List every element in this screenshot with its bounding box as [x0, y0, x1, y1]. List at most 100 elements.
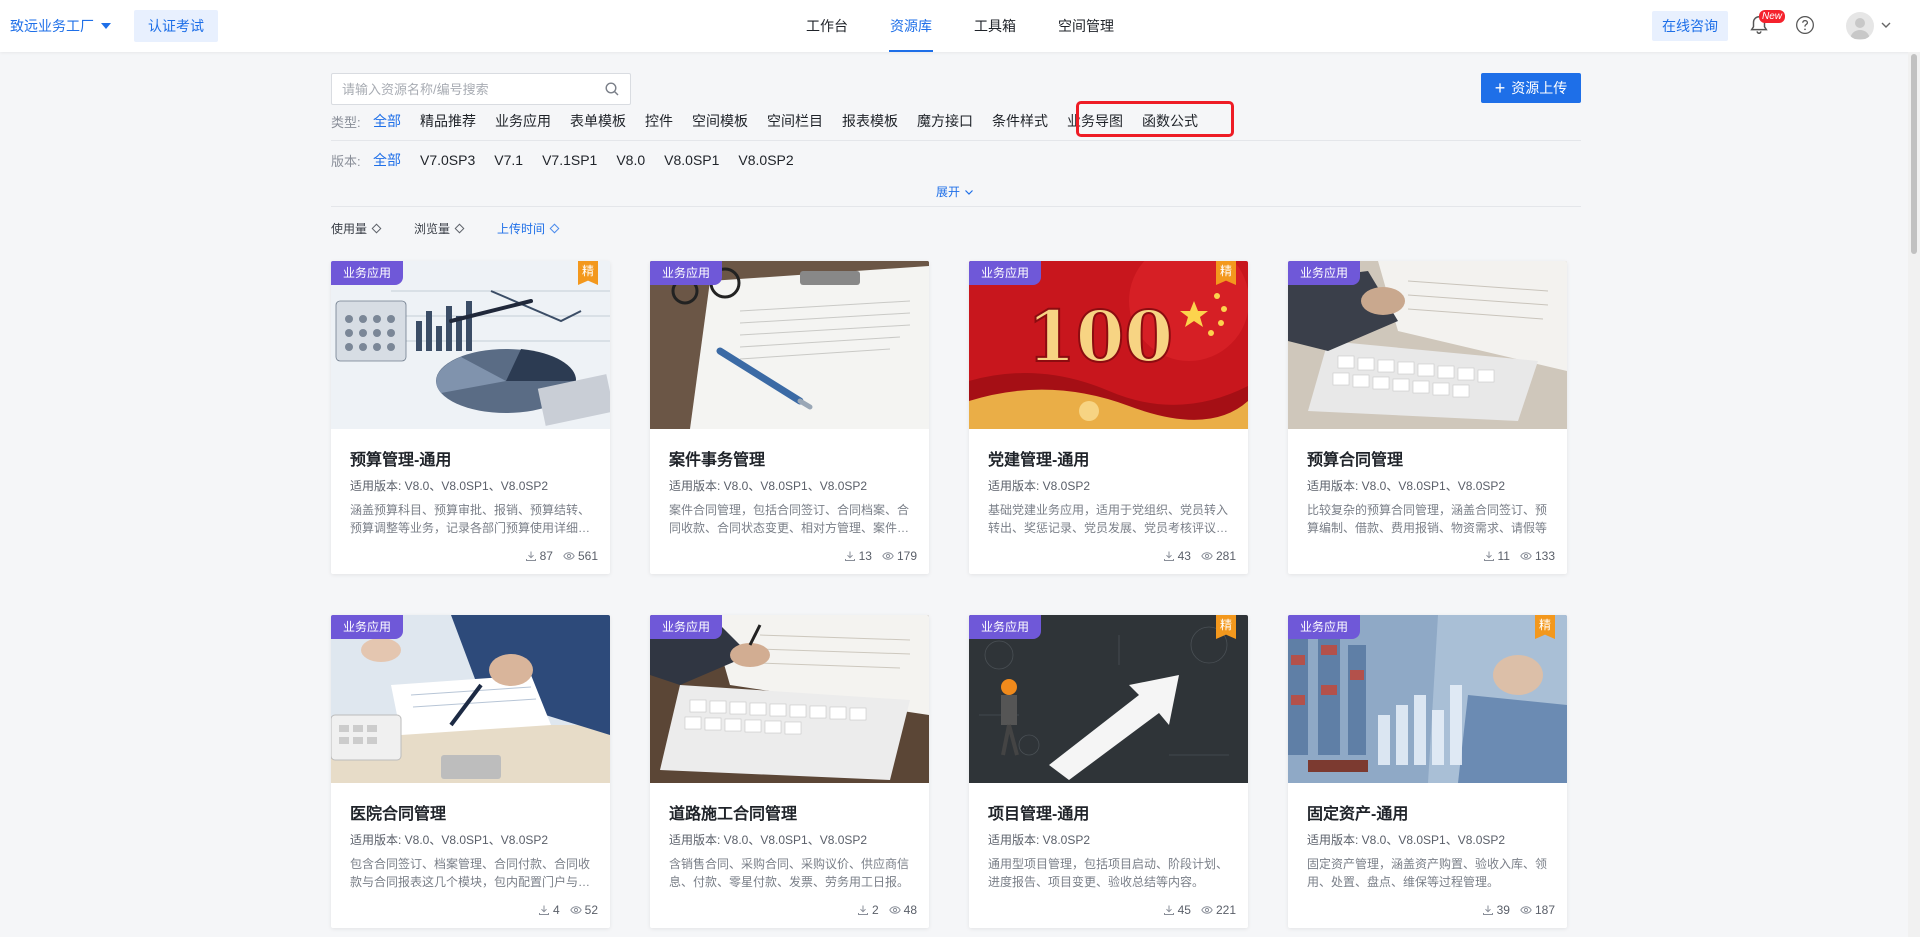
view-count-value: 561	[577, 549, 598, 563]
sort-by-usage[interactable]: 使用量	[331, 220, 382, 237]
card-version: 适用版本: V8.0、V8.0SP1、V8.0SP2	[350, 479, 549, 493]
card-title[interactable]: 医院合同管理	[350, 800, 446, 824]
card-title[interactable]: 预算管理-通用	[350, 446, 451, 470]
eye-icon	[1201, 906, 1213, 914]
nav-resource-library[interactable]: 资源库	[889, 0, 933, 52]
category-tag: 业务应用	[331, 261, 404, 285]
version-option-v70sp3[interactable]: V7.0SP3	[420, 152, 475, 168]
top-nav: 工作台 资源库 工具箱 空间管理	[0, 0, 1920, 52]
resource-card[interactable]: 业务应用 医院合同管理 适用版本: V8.0、V8.0SP1、V8.0SP2 包…	[331, 615, 610, 928]
version-option-v80sp2[interactable]: V8.0SP2	[738, 152, 793, 168]
expand-toggle[interactable]: 展开	[936, 183, 974, 200]
card-thumbnail[interactable]	[650, 615, 929, 783]
download-count: 13	[844, 549, 872, 563]
sort-by-views[interactable]: 浏览量	[414, 220, 465, 237]
search-icon[interactable]	[604, 81, 620, 97]
type-option-all[interactable]: 全部	[373, 111, 401, 131]
card-image	[650, 615, 929, 783]
sort-by-upload-time[interactable]: 上传时间	[497, 220, 560, 237]
card-thumbnail[interactable]	[1288, 261, 1567, 429]
card-image: 100	[969, 261, 1248, 429]
eye-icon	[888, 906, 901, 914]
card-thumbnail[interactable]	[331, 261, 610, 429]
type-option-recommended[interactable]: 精品推荐	[420, 111, 476, 131]
download-count-value: 39	[1496, 903, 1510, 917]
card-stats: 13 179	[844, 549, 917, 563]
version-option-v80[interactable]: V8.0	[616, 152, 645, 168]
resource-card[interactable]: 业务应用 精 固定资产-通用 适用版本: V8.0、V8.0SP1、V8.0SP…	[1288, 615, 1567, 928]
type-option-form-template[interactable]: 表单模板	[570, 111, 626, 131]
type-filter-label: 类型:	[331, 114, 361, 130]
brand-switcher[interactable]: 致远业务工厂	[10, 16, 111, 36]
eye-icon	[563, 552, 575, 560]
card-stats: 87 561	[525, 549, 598, 563]
card-title[interactable]: 案件事务管理	[669, 446, 765, 470]
type-option-report-template[interactable]: 报表模板	[842, 111, 898, 131]
help-icon[interactable]	[1795, 15, 1815, 35]
search-input[interactable]	[342, 81, 604, 97]
resource-card[interactable]: 业务应用 精 预算管理-通用 适用版本: V8.0、V8.0SP1、V8.0SP…	[331, 261, 610, 574]
search-box	[331, 73, 631, 105]
view-count: 281	[1201, 549, 1236, 563]
card-image	[331, 261, 610, 429]
cert-exam-button[interactable]: 认证考试	[134, 10, 218, 42]
card-description: 含销售合同、采购合同、采购议价、供应商信息、付款、零星付款、发票、劳务用工日报。	[669, 857, 910, 889]
download-count-value: 45	[1177, 903, 1191, 917]
resource-card[interactable]: 业务应用 案件事务管理 适用版本: V8.0、V8.0SP1、V8.0SP2 案…	[650, 261, 929, 574]
card-thumbnail[interactable]	[969, 615, 1248, 783]
card-description: 比较复杂的预算合同管理，涵盖合同签订、预算编制、借款、费用报销、物资需求、请假等	[1307, 503, 1548, 535]
brand-name: 致远业务工厂	[10, 18, 94, 34]
resource-card[interactable]: 100 业务应用 精 党建管理-通用 适用版本: V8.0SP2 基础党建业务应…	[969, 261, 1248, 574]
upload-resource-button[interactable]: + 资源上传	[1481, 73, 1581, 103]
type-option-space-column[interactable]: 空间栏目	[767, 111, 823, 131]
download-icon	[844, 551, 855, 561]
card-thumbnail[interactable]	[331, 615, 610, 783]
download-count-value: 13	[858, 549, 872, 563]
card-description: 包含合同签订、档案管理、合同付款、合同收款与合同报表这几个模块，包内配置门户与报…	[350, 857, 591, 889]
type-option-cube-interface[interactable]: 魔方接口	[917, 111, 973, 131]
view-count: 187	[1520, 903, 1555, 917]
avatar[interactable]	[1846, 12, 1874, 40]
download-count: 87	[525, 549, 553, 563]
version-option-all[interactable]: 全部	[373, 150, 401, 170]
resource-card[interactable]: 业务应用 道路施工合同管理 适用版本: V8.0、V8.0SP1、V8.0SP2…	[650, 615, 929, 928]
resource-card[interactable]: 业务应用 预算合同管理 适用版本: V8.0、V8.0SP1、V8.0SP2 比…	[1288, 261, 1567, 574]
card-thumbnail[interactable]	[650, 261, 929, 429]
nav-space-management[interactable]: 空间管理	[1057, 0, 1115, 52]
page-scrollbar[interactable]	[1908, 52, 1920, 937]
type-option-function-formula[interactable]: 函数公式	[1142, 111, 1198, 131]
type-option-space-template[interactable]: 空间模板	[692, 111, 748, 131]
card-title[interactable]: 项目管理-通用	[988, 800, 1089, 824]
chevron-down-icon[interactable]	[1880, 19, 1892, 31]
download-count: 45	[1163, 903, 1191, 917]
card-thumbnail[interactable]: 100	[969, 261, 1248, 429]
card-thumbnail[interactable]	[1288, 615, 1567, 783]
version-option-v71[interactable]: V7.1	[494, 152, 523, 168]
divider	[331, 140, 1581, 141]
type-option-condition-style[interactable]: 条件样式	[992, 111, 1048, 131]
view-count: 52	[569, 903, 598, 917]
scrollbar-thumb[interactable]	[1911, 54, 1917, 254]
type-option-control[interactable]: 控件	[645, 111, 673, 131]
sort-icon	[371, 223, 382, 234]
type-option-business-app[interactable]: 业务应用	[495, 111, 551, 131]
card-description: 基础党建业务应用，适用于党组织、党员转入转出、奖惩记录、党员发展、党员考核评议等…	[988, 503, 1229, 535]
download-icon	[1163, 905, 1174, 915]
online-consult-button[interactable]: 在线咨询	[1652, 11, 1728, 41]
card-title[interactable]: 党建管理-通用	[988, 446, 1089, 470]
card-title[interactable]: 预算合同管理	[1307, 446, 1403, 470]
version-option-v71sp1[interactable]: V7.1SP1	[542, 152, 597, 168]
version-option-v80sp1[interactable]: V8.0SP1	[664, 152, 719, 168]
resource-card[interactable]: 业务应用 精 项目管理-通用 适用版本: V8.0SP2 通用型项目管理，包括项…	[969, 615, 1248, 928]
card-image	[331, 615, 610, 783]
card-version: 适用版本: V8.0、V8.0SP1、V8.0SP2	[1307, 833, 1506, 847]
nav-workbench[interactable]: 工作台	[805, 0, 849, 52]
category-tag: 业务应用	[1288, 615, 1361, 639]
card-title[interactable]: 固定资产-通用	[1307, 800, 1408, 824]
card-stats: 39 187	[1482, 903, 1555, 917]
card-stats: 43 281	[1163, 549, 1236, 563]
sort-icon	[454, 223, 465, 234]
card-title[interactable]: 道路施工合同管理	[669, 800, 797, 824]
nav-toolbox[interactable]: 工具箱	[973, 0, 1017, 52]
type-option-business-map[interactable]: 业务导图	[1067, 111, 1123, 131]
